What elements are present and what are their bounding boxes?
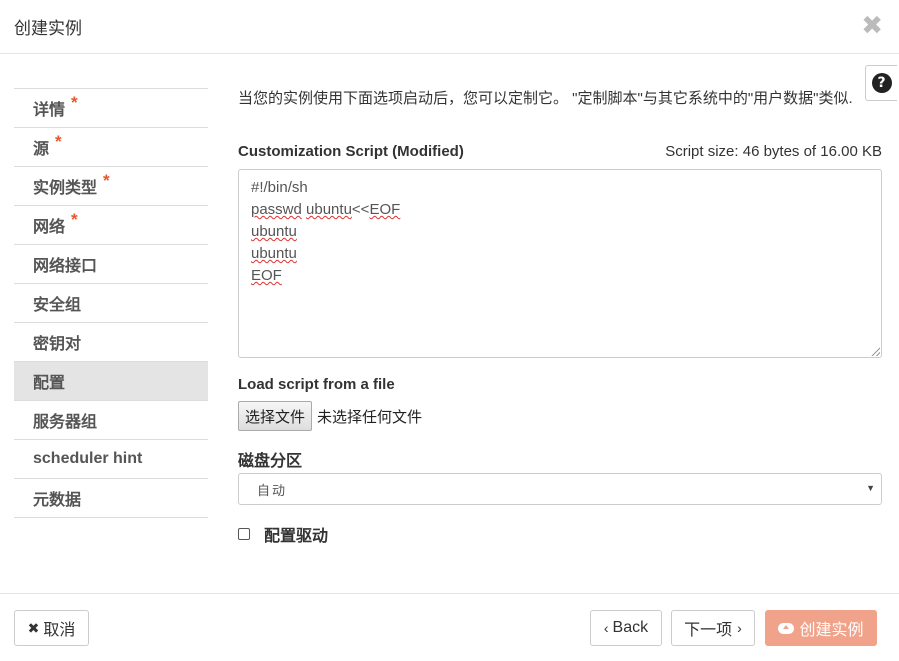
- sidebar-item-scheduler-hint[interactable]: scheduler hint: [14, 440, 208, 479]
- modal-footer: ✖ 取消 ‹ Back 下一项 › 创建实例: [0, 593, 899, 661]
- load-script-label: Load script from a file: [238, 376, 395, 393]
- file-picker: 选择文件 未选择任何文件: [238, 401, 422, 431]
- file-status: 未选择任何文件: [317, 407, 423, 426]
- script-token: ubuntu: [306, 201, 352, 218]
- choose-file-button[interactable]: 选择文件: [238, 401, 313, 431]
- sidebar-item-details[interactable]: 详情 *: [14, 89, 208, 128]
- wizard-sidebar: 详情 * 源 * 实例类型 * 网络 * 网络接口 安全组 密钥对 配置 服务器…: [14, 88, 208, 518]
- close-icon[interactable]: ✖: [861, 10, 883, 40]
- sidebar-item-metadata[interactable]: 元数据: [14, 479, 208, 518]
- close-icon: ✖: [27, 619, 40, 636]
- config-drive-label: 配置驱动: [264, 528, 329, 545]
- script-header: Customization Script (Modified) Script s…: [238, 143, 882, 160]
- config-drive-checkbox[interactable]: [238, 528, 250, 540]
- sidebar-item-flavor[interactable]: 实例类型 *: [14, 167, 208, 206]
- modal-title: 创建实例: [14, 19, 82, 38]
- sidebar-item-label: 详情: [33, 102, 66, 119]
- sidebar-item-label: 网络: [33, 219, 66, 236]
- sidebar-item-security-groups[interactable]: 安全组: [14, 284, 208, 323]
- required-star-icon: *: [55, 132, 62, 151]
- disk-partition-label: 磁盘分区: [238, 453, 303, 470]
- sidebar-item-source[interactable]: 源 *: [14, 128, 208, 167]
- script-token: EOF: [369, 201, 401, 218]
- create-instance-button[interactable]: 创建实例: [765, 610, 877, 646]
- sidebar-item-label: 密钥对: [33, 336, 82, 353]
- disk-partition-value: 自动: [257, 482, 288, 498]
- cloud-upload-icon: [778, 622, 795, 634]
- required-star-icon: *: [71, 210, 78, 229]
- sidebar-item-label: 安全组: [33, 297, 82, 314]
- script-line: EOF: [251, 267, 282, 284]
- sidebar-item-network-ports[interactable]: 网络接口: [14, 245, 208, 284]
- sidebar-item-label: 实例类型: [33, 180, 98, 197]
- sidebar-item-server-groups[interactable]: 服务器组: [14, 401, 208, 440]
- script-line: passwd ubuntu<<EOF: [251, 201, 401, 218]
- configuration-description: 当您的实例使用下面选项启动后，您可以定制它。 "定制脚本"与其它系统中的"用户数…: [238, 90, 853, 107]
- sidebar-item-label: 网络接口: [33, 258, 98, 275]
- next-label: 下一项: [684, 622, 733, 639]
- chevron-right-icon: ›: [737, 620, 742, 636]
- cancel-button[interactable]: ✖ 取消: [14, 610, 89, 646]
- script-line: #!/bin/sh: [251, 179, 308, 196]
- modal-header: 创建实例 ✖: [0, 0, 899, 54]
- required-star-icon: *: [103, 171, 110, 190]
- sidebar-item-configuration[interactable]: 配置: [14, 362, 208, 401]
- script-line: ubuntu: [251, 245, 297, 262]
- script-token: passwd: [251, 201, 302, 218]
- sidebar-item-key-pair[interactable]: 密钥对: [14, 323, 208, 362]
- required-star-icon: *: [71, 93, 78, 112]
- sidebar-item-label: 源: [33, 141, 50, 158]
- create-instance-modal: 创建实例 ✖ ? 详情 * 源 * 实例类型 * 网络 * 网络接口 安全组 密…: [0, 0, 899, 661]
- next-button[interactable]: 下一项 ›: [671, 610, 755, 646]
- script-size: Script size: 46 bytes of 16.00 KB: [665, 143, 882, 160]
- script-line: ubuntu: [251, 223, 297, 240]
- sidebar-item-label: 配置: [33, 375, 66, 392]
- sidebar-item-label: 元数据: [33, 492, 82, 509]
- cancel-label: 取消: [43, 622, 76, 639]
- disk-partition-select[interactable]: 自动 ▼: [238, 473, 882, 505]
- chevron-down-icon: ▼: [866, 483, 875, 493]
- back-label: Back: [612, 619, 649, 636]
- config-drive-row: 配置驱动: [238, 522, 328, 546]
- script-label: Customization Script (Modified): [238, 143, 464, 160]
- chevron-left-icon: ‹: [603, 620, 609, 636]
- create-label: 创建实例: [799, 622, 864, 639]
- sidebar-item-label: 服务器组: [33, 414, 98, 431]
- customization-script-textarea[interactable]: #!/bin/sh passwd ubuntu<<EOF ubuntu ubuntu E…: [238, 169, 882, 358]
- back-button[interactable]: ‹ Back: [590, 610, 662, 646]
- configuration-panel: 当您的实例使用下面选项启动后，您可以定制它。 "定制脚本"与其它系统中的"用户数…: [238, 88, 882, 545]
- resize-grip-icon[interactable]: [871, 347, 880, 356]
- sidebar-item-networks[interactable]: 网络 *: [14, 206, 208, 245]
- sidebar-item-label: scheduler hint: [33, 450, 143, 467]
